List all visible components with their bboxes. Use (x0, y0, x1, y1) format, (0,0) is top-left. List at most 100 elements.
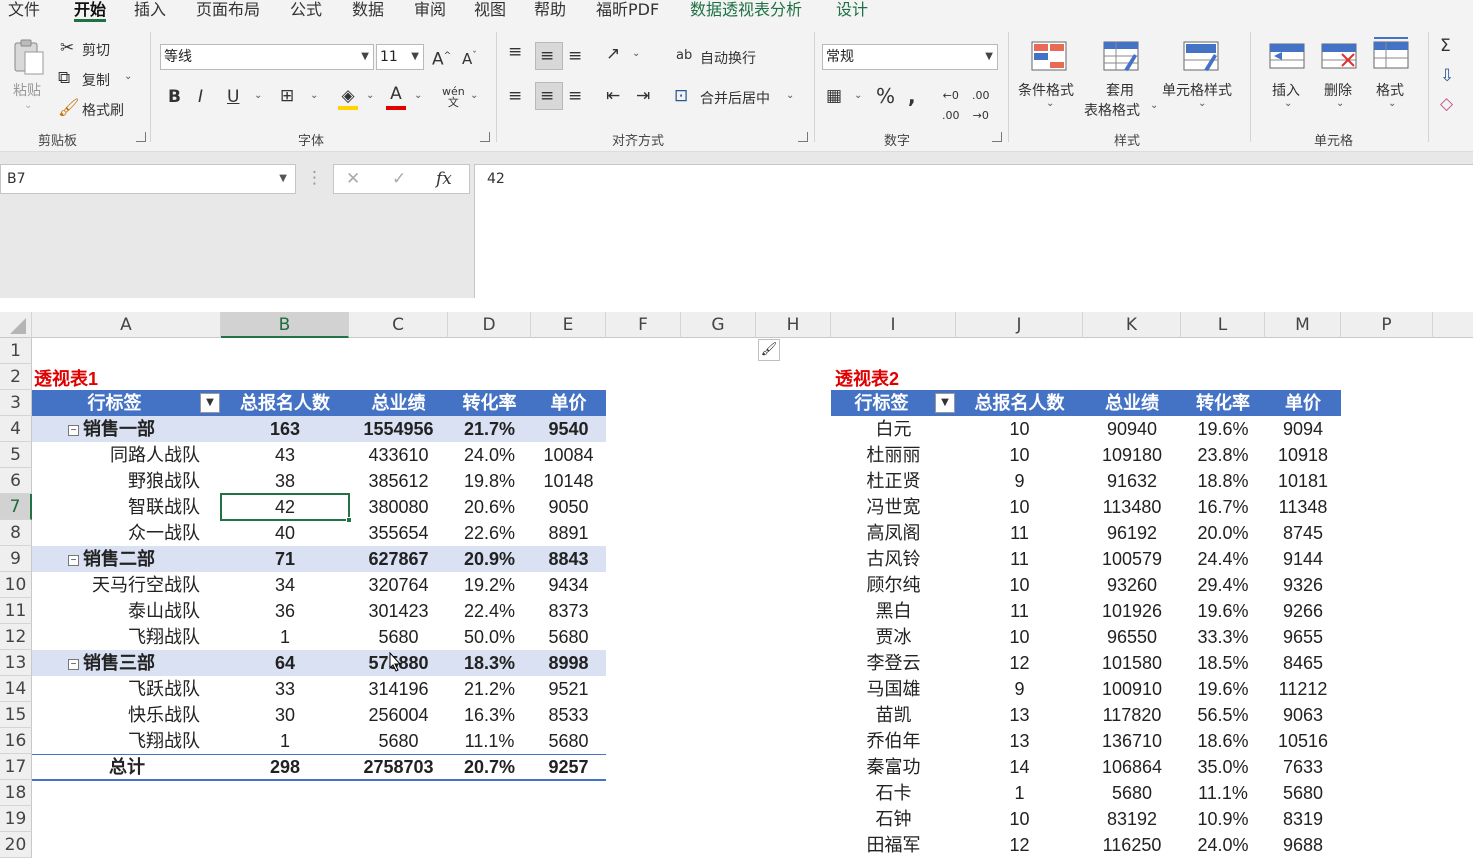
name-box[interactable]: B7 ▼ (0, 164, 296, 194)
pivot1-value-cell[interactable]: 40 (221, 520, 349, 546)
pivot1-header-cell[interactable]: 行标签 (32, 390, 197, 416)
border-icon[interactable]: ⊞ (280, 86, 294, 106)
format-painter-icon[interactable]: 🖌 (58, 98, 80, 118)
pivot1-value-cell[interactable]: 298 (221, 754, 349, 780)
column-header[interactable]: C (349, 312, 448, 338)
column-header[interactable]: F (606, 312, 681, 338)
pivot2-value-cell[interactable]: 19.6% (1181, 598, 1265, 624)
pivot2-row-label[interactable]: 白元 (831, 416, 956, 442)
decrease-font-icon[interactable]: Aˇ (462, 46, 477, 69)
menu-tab[interactable]: 数据透视表分析 (690, 0, 802, 22)
pivot2-value-cell[interactable]: 5680 (1083, 780, 1181, 806)
pivot1-value-cell[interactable]: 5680 (531, 624, 606, 650)
column-header[interactable]: M (1265, 312, 1341, 338)
pivot1-group-label[interactable]: − 销售三部 (68, 650, 218, 676)
pivot1-value-cell[interactable]: 9521 (531, 676, 606, 702)
pivot1-value-cell[interactable]: 320764 (349, 572, 448, 598)
pivot2-row-label[interactable]: 顾尔纯 (831, 572, 956, 598)
pivot1-filter-icon[interactable]: ▼ (200, 393, 220, 413)
pivot2-row-label[interactable]: 田福军 (831, 832, 956, 858)
pivot1-row-label[interactable]: 众一战队 (32, 520, 200, 546)
pivot1-value-cell[interactable]: 24.0% (448, 442, 531, 468)
underline-button[interactable]: U (227, 87, 239, 107)
insert-cells-button[interactable]: 插入 (1272, 80, 1300, 100)
pivot1-value-cell[interactable]: 18.3% (448, 650, 531, 676)
pivot2-value-cell[interactable]: 136710 (1083, 728, 1181, 754)
cancel-icon[interactable]: ✕ (346, 169, 360, 189)
pivot2-value-cell[interactable]: 18.6% (1181, 728, 1265, 754)
menu-tab[interactable]: 插入 (134, 0, 166, 22)
active-cell-selection[interactable] (220, 493, 352, 523)
increase-decimal-icon[interactable]: ←0.00 (942, 86, 960, 126)
pivot1-header-cell[interactable]: 总报名人数 (221, 390, 349, 416)
pivot1-value-cell[interactable]: 10084 (531, 442, 606, 468)
pivot1-value-cell[interactable]: 8533 (531, 702, 606, 728)
pivot2-header-cell[interactable]: 转化率 (1181, 390, 1265, 416)
merge-dropdown-icon[interactable]: ⌄ (786, 90, 794, 101)
pivot2-value-cell[interactable]: 8465 (1265, 650, 1341, 676)
pivot2-value-cell[interactable]: 10516 (1265, 728, 1341, 754)
pivot1-row-label[interactable]: 同路人战队 (32, 442, 200, 468)
pivot2-value-cell[interactable]: 7633 (1265, 754, 1341, 780)
menu-tab[interactable]: 公式 (290, 0, 322, 22)
menu-tab[interactable]: 视图 (474, 0, 506, 22)
align-top-icon[interactable]: ≡ (508, 42, 522, 62)
insert-function-icon[interactable]: fx (436, 169, 452, 189)
border-dropdown-icon[interactable]: ⌄ (310, 90, 318, 101)
column-header[interactable]: B (221, 312, 349, 338)
align-left-icon[interactable]: ≡ (508, 86, 522, 106)
column-header[interactable]: J (956, 312, 1083, 338)
pivot2-value-cell[interactable]: 9144 (1265, 546, 1341, 572)
pivot1-value-cell[interactable]: 19.2% (448, 572, 531, 598)
pivot2-row-label[interactable]: 杜丽丽 (831, 442, 956, 468)
format-painter-button[interactable]: 格式刷 (82, 100, 124, 120)
pivot1-value-cell[interactable]: 22.6% (448, 520, 531, 546)
pivot2-value-cell[interactable]: 10 (956, 572, 1083, 598)
select-all-corner[interactable] (0, 312, 32, 338)
pivot2-value-cell[interactable]: 9063 (1265, 702, 1341, 728)
row-header[interactable]: 17 (0, 754, 32, 780)
pivot1-group-label[interactable]: − 销售二部 (68, 546, 218, 572)
row-header[interactable]: 7 (0, 494, 32, 520)
pivot2-value-cell[interactable]: 20.0% (1181, 520, 1265, 546)
pivot1-value-cell[interactable]: 9050 (531, 494, 606, 520)
row-header[interactable]: 2 (0, 364, 32, 390)
increase-indent-icon[interactable]: ⇥ (636, 86, 650, 106)
pivot2-value-cell[interactable]: 10 (956, 806, 1083, 832)
fill-dropdown-icon[interactable]: ⌄ (366, 90, 374, 101)
delete-dropdown-icon[interactable]: ⌄ (1336, 98, 1344, 109)
pivot2-row-label[interactable]: 贾冰 (831, 624, 956, 650)
pivot2-value-cell[interactable]: 100579 (1083, 546, 1181, 572)
pivot2-row-label[interactable]: 李登云 (831, 650, 956, 676)
italic-button[interactable]: I (198, 87, 203, 107)
pivot1-value-cell[interactable]: 71 (221, 546, 349, 572)
menu-tab[interactable]: 帮助 (534, 0, 566, 22)
column-header[interactable]: E (531, 312, 606, 338)
pivot1-title[interactable]: 透视表1 (34, 366, 214, 392)
pivot2-value-cell[interactable]: 16.7% (1181, 494, 1265, 520)
pivot2-value-cell[interactable]: 83192 (1083, 806, 1181, 832)
clipboard-launcher-icon[interactable] (136, 132, 146, 142)
menu-tab[interactable]: 福昕PDF (596, 0, 659, 22)
cell-styles-icon[interactable] (1182, 40, 1220, 72)
phonetic-dropdown-icon[interactable]: ⌄ (470, 90, 478, 101)
pivot2-row-label[interactable]: 石钟 (831, 806, 956, 832)
align-right-icon[interactable]: ≡ (568, 86, 582, 106)
format-painter-floating-icon[interactable]: 🖌 (758, 339, 780, 361)
row-header[interactable]: 11 (0, 598, 32, 624)
cut-button[interactable]: 剪切 (82, 40, 110, 60)
paste-icon[interactable] (12, 38, 46, 78)
pivot1-value-cell[interactable]: 1554956 (349, 416, 448, 442)
accounting-format-icon[interactable]: ▦ (826, 86, 842, 106)
row-header[interactable]: 20 (0, 832, 32, 858)
table-format-button-line1[interactable]: 套用 (1106, 80, 1134, 100)
pivot2-value-cell[interactable]: 23.8% (1181, 442, 1265, 468)
pivot1-value-cell[interactable]: 8998 (531, 650, 606, 676)
pivot1-value-cell[interactable]: 20.6% (448, 494, 531, 520)
pivot2-value-cell[interactable]: 1 (956, 780, 1083, 806)
pivot2-title[interactable]: 透视表2 (835, 366, 1015, 392)
pivot2-value-cell[interactable]: 11 (956, 546, 1083, 572)
column-header[interactable]: H (756, 312, 831, 338)
collapse-icon[interactable]: − (68, 659, 79, 670)
pivot1-value-cell[interactable]: 21.2% (448, 676, 531, 702)
